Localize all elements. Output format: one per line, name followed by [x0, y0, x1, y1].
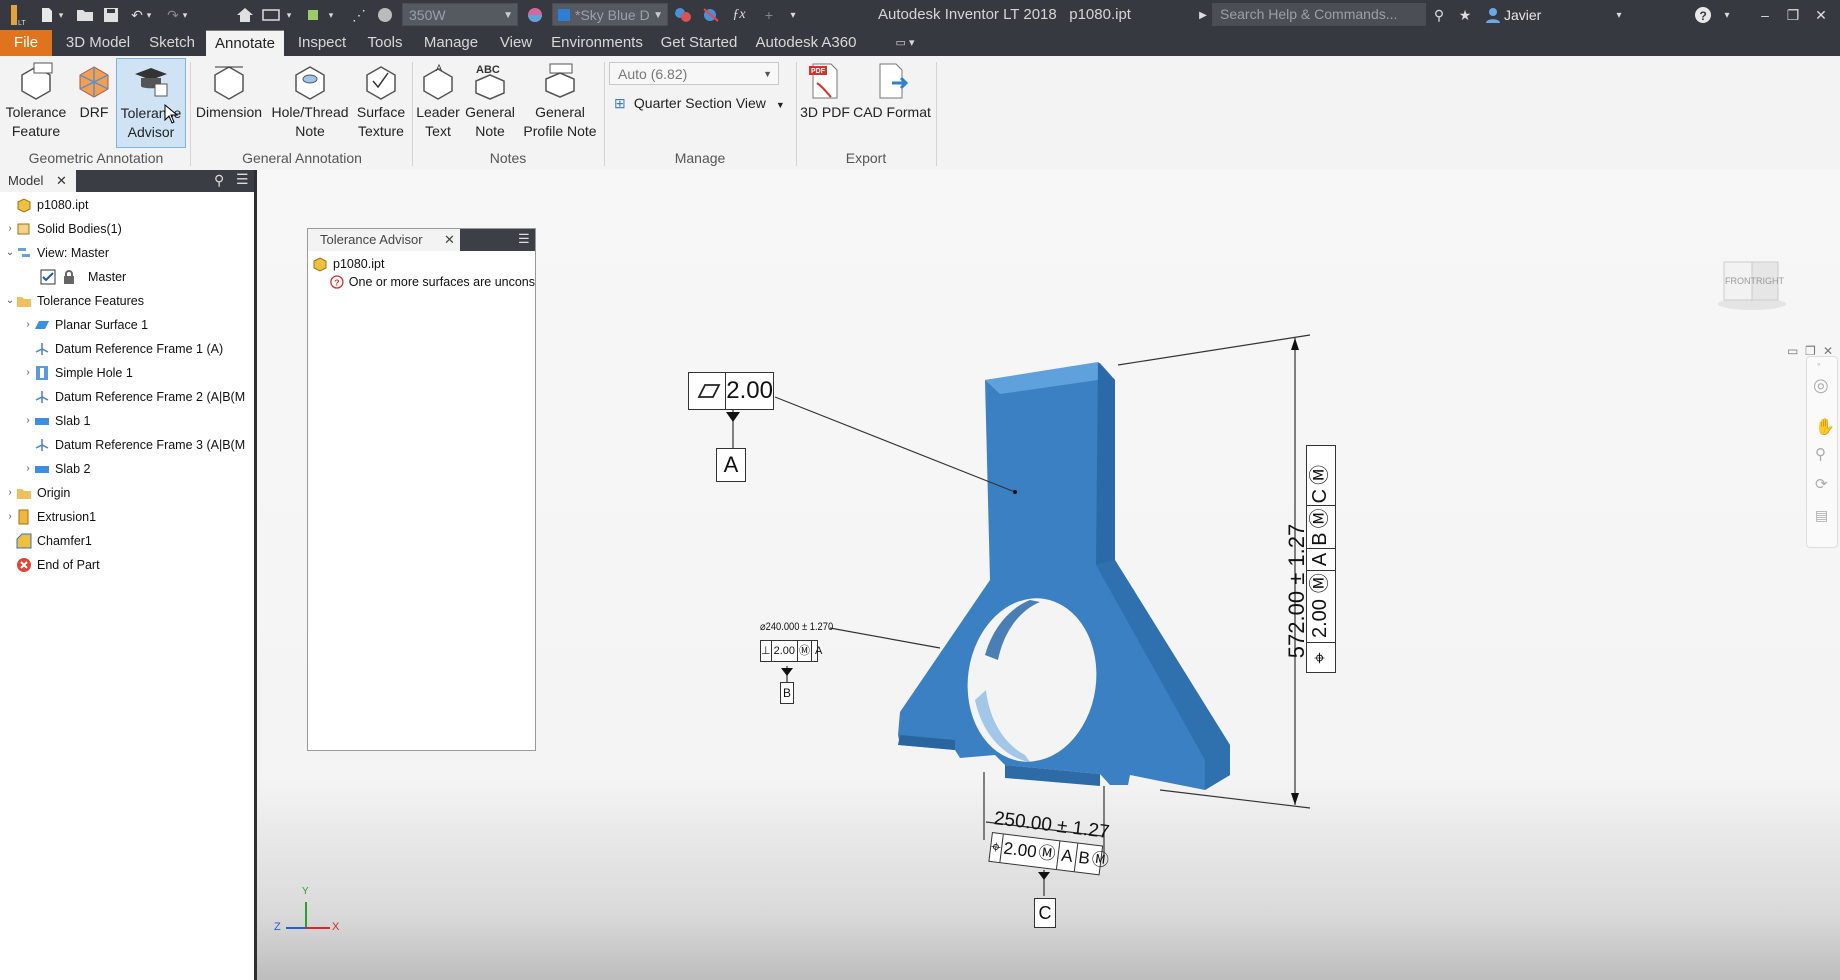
mmc-modifier-icon: Ⓜ [1090, 849, 1110, 871]
mmc-modifier-icon: Ⓜ [798, 641, 813, 661]
axis-y-label: Y [302, 886, 309, 897]
orbit-icon[interactable]: ⟳ [1815, 475, 1828, 493]
datum-b-label[interactable]: B [780, 682, 794, 704]
zoom-icon[interactable]: ⚲ [1815, 445, 1826, 463]
perpendicularity-symbol-icon: ⊥ [761, 641, 772, 661]
tolerance-advisor-panel: Tolerance Advisor ✕ ☰ p1080.ipt ? One or m… [307, 228, 536, 751]
navbar-close-icon[interactable]: ◦ [1817, 359, 1820, 369]
view-cube[interactable]: FRONT RIGHT [1716, 254, 1788, 314]
look-at-icon[interactable]: ▤ [1815, 507, 1828, 524]
mmc-modifier-icon: Ⓜ [1307, 505, 1335, 531]
advisor-node-message[interactable]: ? One or more surfaces are uncons [330, 271, 535, 293]
part-model[interactable] [0, 0, 1840, 980]
flatness-control-frame[interactable]: 2.00 [688, 372, 774, 410]
pan-icon[interactable]: ✋ [1815, 417, 1835, 437]
flatness-symbol-icon [689, 373, 727, 409]
flatness-value: 2.00 [726, 377, 773, 404]
hole-dimension-label[interactable]: ⌀240.000 ± 1.270 [760, 620, 833, 633]
axis-x-label: X [332, 921, 340, 933]
mmc-modifier-icon: Ⓜ [1307, 570, 1335, 596]
inventor-window: LT ▾ ↶ ▾ ↷ ▾ ▾ ▾ ⋰ 350W ▼ *Sky Blue D ▼ … [0, 0, 1840, 980]
position-symbol-icon: ⌖ [1307, 642, 1335, 673]
datum-a-label[interactable]: A [716, 448, 746, 482]
steering-wheel-icon[interactable]: ◎ [1813, 375, 1829, 396]
mmc-modifier-icon: Ⓜ [1309, 464, 1331, 485]
close-icon[interactable]: ✕ [444, 229, 455, 251]
navigation-bar: ◦ ◎ ✋ ⚲ ⟳ ▤ [1806, 356, 1838, 548]
axis-z-label: Z [274, 921, 281, 933]
warning-icon: ? [330, 275, 344, 289]
hole-control-frame[interactable]: ⊥ 2.00 Ⓜ A [760, 640, 822, 662]
view-cube-right[interactable]: RIGHT [1756, 276, 1784, 286]
height-control-frame[interactable]: ⌖ 2.00 Ⓜ A B Ⓜ C Ⓜ [1306, 445, 1336, 673]
tolerance-advisor-header: Tolerance Advisor ✕ ☰ [308, 229, 535, 251]
menu-icon[interactable]: ☰ [518, 231, 530, 247]
axis-triad [286, 902, 330, 929]
datum-c-label[interactable]: C [1034, 898, 1056, 928]
part-icon [313, 257, 327, 272]
view-cube-front[interactable]: FRONT [1725, 276, 1756, 286]
mouse-cursor-icon [164, 104, 178, 124]
svg-text:?: ? [334, 277, 339, 287]
tolerance-advisor-tab[interactable]: Tolerance Advisor ✕ [308, 229, 460, 251]
